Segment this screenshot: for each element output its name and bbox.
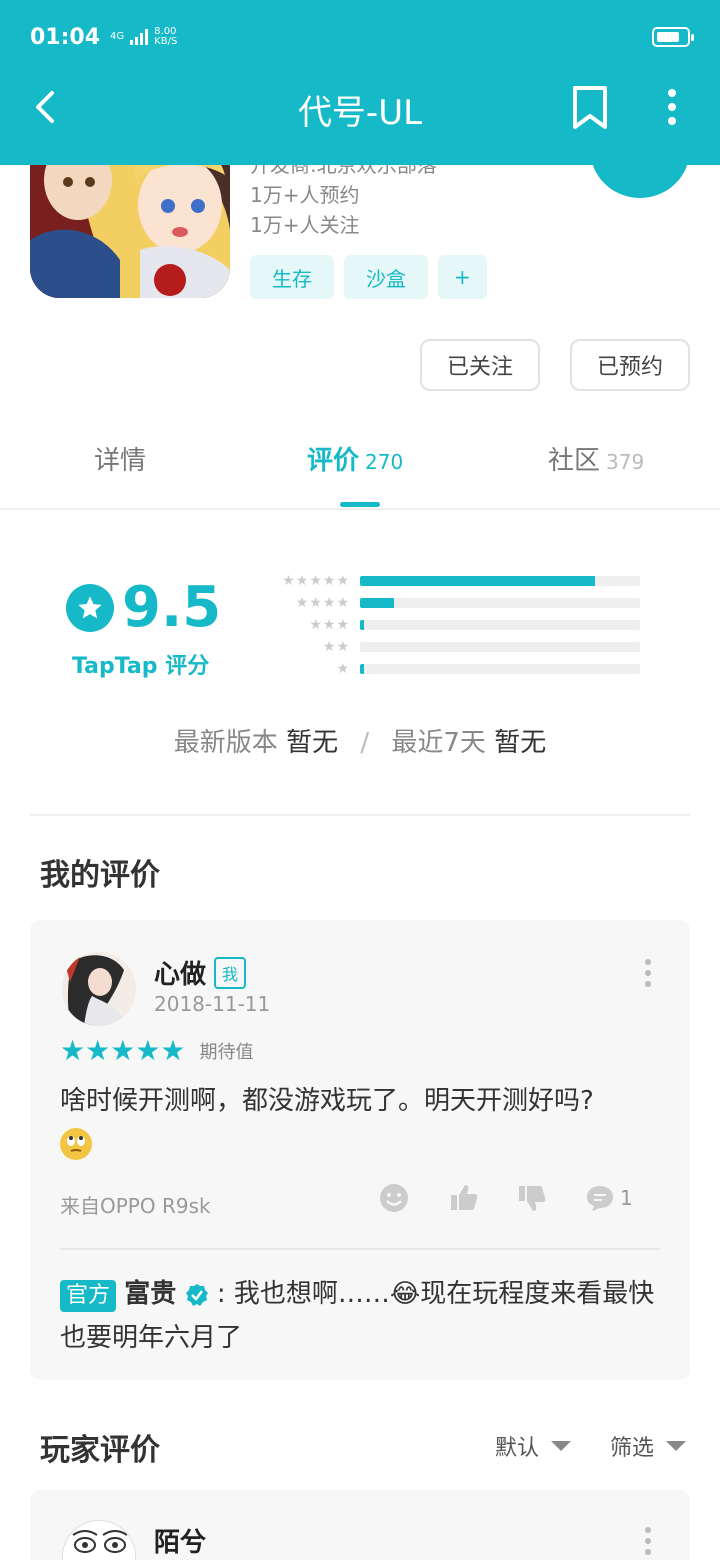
rating-row-2: ★★ <box>270 636 660 658</box>
status-time: 01:04 <box>30 24 101 50</box>
divider <box>60 1248 660 1250</box>
review-more-icon[interactable] <box>644 958 652 988</box>
community-count: 379 <box>606 450 645 474</box>
reservations-text: 1万+人预约 <box>250 183 360 207</box>
latest-version-value: 暂无 <box>286 728 339 758</box>
battery-icon <box>652 27 694 47</box>
review-more-icon[interactable] <box>644 1526 652 1556</box>
eye-roll-emoji-icon <box>60 1127 92 1160</box>
tab-community[interactable]: 社区 379 <box>548 440 644 477</box>
review-rating: ★★★★★ 期待值 <box>60 1034 254 1067</box>
score-value: 9.5 <box>122 575 222 640</box>
thumbs-down-icon[interactable] <box>516 1182 548 1214</box>
review-text: 啥时候开测啊，都没游戏玩了。明天开测好吗? <box>60 1080 670 1164</box>
rating-bar-3 <box>360 620 365 630</box>
reply-author[interactable]: 富贵 <box>124 1279 176 1309</box>
me-badge: 我 <box>214 956 247 989</box>
official-reply: 官方 富贵 : 我也想啊……😂现在玩程度来看最快也要明年六月了 <box>60 1272 670 1360</box>
latest-version-label: 最新版本 <box>173 728 278 758</box>
recent-7days-value: 暂无 <box>494 728 547 758</box>
status-bar: 01:04 4G 8.00 KB/S <box>30 22 694 52</box>
tab-bar: 详情 评价 270 社区 379 <box>0 440 720 510</box>
star-glyphs: ★ <box>336 661 350 677</box>
tab-reviews[interactable]: 评价 270 <box>307 440 403 477</box>
recent-7days-label: 最近7天 <box>391 728 486 758</box>
chevron-down-icon <box>551 1441 572 1451</box>
divider <box>30 814 690 816</box>
star-glyphs: ★★★★★ <box>282 573 350 589</box>
separator: / <box>360 728 370 758</box>
network-speed: 8.00 KB/S <box>154 26 178 47</box>
review-stars: ★★★★★ <box>60 1034 186 1067</box>
rating-bar-4 <box>360 598 394 608</box>
rating-row-3: ★★★ <box>270 614 660 636</box>
my-review-card: 心做 我 2018-11-11 ★★★★★ 期待值 啥时候开测啊，都没游戏玩了。… <box>30 920 690 1380</box>
rating-score: 9.5 <box>66 575 221 640</box>
device-info: 来自OPPO R9sk <box>60 1194 211 1218</box>
network-indicator: 4G 8.00 KB/S <box>110 27 177 47</box>
rating-type: 期待值 <box>199 1041 254 1063</box>
filter-dropdown[interactable]: 筛选 <box>610 1430 687 1462</box>
star-glyphs: ★★ <box>322 639 350 655</box>
verified-icon <box>185 1283 208 1306</box>
followers-text: 1万+人关注 <box>250 213 360 237</box>
active-tab-indicator <box>340 502 380 507</box>
tag-sandbox[interactable]: 沙盒 <box>344 255 428 299</box>
thumbs-up-icon[interactable] <box>448 1182 480 1214</box>
rating-bar-5 <box>360 576 596 586</box>
my-review-title: 我的评价 <box>40 858 160 893</box>
rating-distribution: ★★★★★ ★★★★ ★★★ ★★ ★ <box>270 570 660 680</box>
reviewer-name[interactable]: 陌兮 <box>154 1522 206 1559</box>
reserved-button[interactable]: 已预约 <box>570 339 690 391</box>
chevron-down-icon <box>666 1441 687 1451</box>
rating-bar-1 <box>360 664 365 674</box>
rating-row-5: ★★★★★ <box>270 570 660 592</box>
more-options-icon[interactable] <box>662 87 682 127</box>
page-title: 代号-UL <box>297 93 423 133</box>
title-row: 代号-UL <box>0 75 720 145</box>
followed-button[interactable]: 已关注 <box>420 339 540 391</box>
emoji-reaction-icon[interactable] <box>378 1182 410 1214</box>
rating-row-4: ★★★★ <box>270 592 660 614</box>
app-header-bar: 01:04 4G 8.00 KB/S 代号-UL <box>0 0 720 165</box>
player-review-card: 陌兮 <box>30 1490 690 1560</box>
network-type: 4G <box>110 31 125 42</box>
review-date: 2018-11-11 <box>154 992 271 1016</box>
tag-list: 生存 沙盒 + <box>250 255 487 299</box>
comment-icon[interactable] <box>584 1182 616 1214</box>
reviews-count: 270 <box>365 450 404 474</box>
player-reviews-title: 玩家评价 <box>40 1433 160 1468</box>
avatar[interactable] <box>62 1520 136 1560</box>
reviewer-name[interactable]: 心做 我 <box>154 954 247 991</box>
review-actions: 1 <box>378 1182 638 1218</box>
taptap-score-label: TapTap 评分 <box>72 654 210 679</box>
official-badge: 官方 <box>60 1280 117 1312</box>
tab-details[interactable]: 详情 <box>94 440 146 477</box>
bookmark-icon[interactable] <box>570 85 610 131</box>
reply-count: 1 <box>620 1186 633 1210</box>
tag-survival[interactable]: 生存 <box>250 255 334 299</box>
avatar[interactable] <box>62 952 136 1026</box>
star-glyphs: ★★★★ <box>295 595 350 611</box>
rating-row-1: ★ <box>270 658 660 680</box>
star-glyphs: ★★★ <box>309 617 350 633</box>
add-tag-button[interactable]: + <box>438 255 487 299</box>
sort-default-dropdown[interactable]: 默认 <box>495 1430 572 1462</box>
version-ratings: 最新版本 暂无 / 最近7天 暂无 <box>0 722 720 759</box>
signal-icon <box>130 29 149 45</box>
star-badge-icon <box>66 583 114 632</box>
